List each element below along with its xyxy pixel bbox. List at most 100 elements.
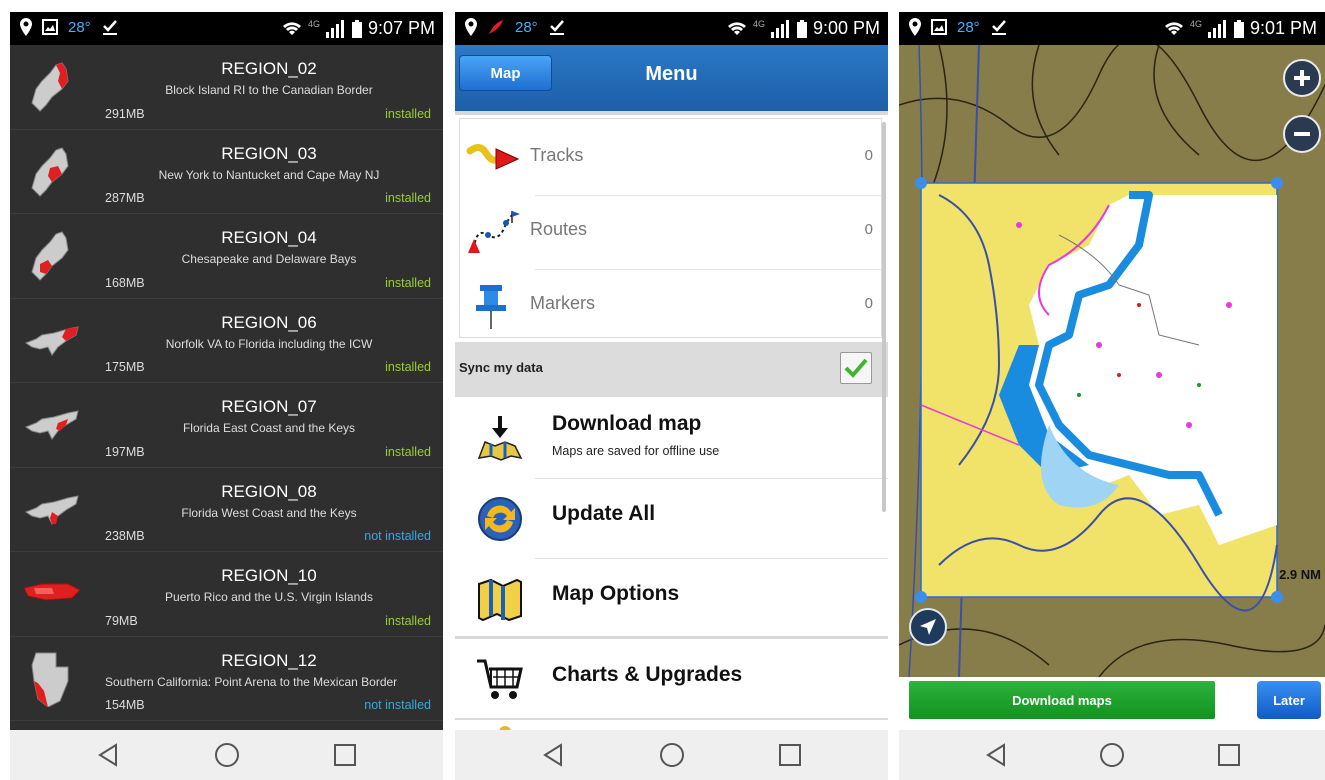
region-size: 175MB — [105, 360, 145, 374]
markers-row[interactable]: Markers 0 — [460, 269, 881, 343]
charts-upgrades-item[interactable]: Charts & Upgrades — [455, 639, 888, 719]
temperature: 28° — [515, 18, 538, 36]
network-type: 4G — [1189, 18, 1202, 29]
home-icon[interactable] — [652, 735, 692, 775]
region-map-thumbnail — [24, 410, 79, 440]
region-map-thumbnail — [23, 583, 81, 601]
download-bar: Download maps Later — [899, 677, 1325, 730]
region-description: Norfolk VA to Florida including the ICW — [165, 336, 373, 351]
region-description: Southern California: Point Arena to the … — [105, 674, 398, 689]
minus-icon — [1294, 132, 1310, 136]
menu-screen: 28° 4G 9:00 PM Map Menu Tracks 0 Routes … — [455, 12, 888, 780]
tracks-row[interactable]: Tracks 0 — [460, 121, 881, 195]
download-map-icon — [477, 416, 523, 461]
shopping-cart-icon — [477, 659, 523, 699]
sync-row[interactable]: Sync my data — [455, 342, 888, 397]
wifi-icon — [1164, 21, 1183, 35]
markers-count: 0 — [864, 295, 873, 312]
region-map-thumbnail — [31, 62, 69, 112]
image-icon — [42, 19, 58, 35]
scrollbar[interactable] — [882, 122, 886, 512]
region-map-thumbnail — [31, 231, 69, 281]
later-button[interactable]: Later — [1257, 681, 1321, 719]
region-list-screen: 28° 4G 9:07 PM REGION_02 Block Island RI… — [10, 12, 443, 780]
home-icon[interactable] — [1092, 735, 1132, 775]
download-done-icon — [991, 20, 1006, 35]
status-bar: 28° 4G 9:00 PM — [455, 12, 888, 45]
battery-icon — [796, 19, 807, 38]
routes-row[interactable]: Routes 0 — [460, 195, 881, 269]
install-status: installed — [385, 444, 431, 459]
region-description: New York to Nantucket and Cape May NJ — [158, 167, 380, 182]
menu-header: Map Menu — [455, 45, 888, 115]
region-size: 287MB — [105, 191, 145, 205]
list-item[interactable]: REGION_08 Florida West Coast and the Key… — [10, 468, 443, 552]
locate-button[interactable] — [909, 608, 947, 646]
image-icon — [931, 19, 947, 35]
feather-icon — [489, 20, 503, 34]
nautical-chart-map[interactable]: 2.9 NM — [899, 45, 1325, 677]
install-status: installed — [385, 275, 431, 290]
map-options-title: Map Options — [552, 582, 680, 605]
list-item[interactable]: REGION_02 Block Island RI to the Canadia… — [10, 45, 443, 130]
recents-icon[interactable] — [770, 735, 810, 775]
download-done-icon — [102, 20, 117, 35]
routes-count: 0 — [864, 221, 873, 238]
back-icon[interactable] — [88, 735, 128, 775]
region-map-thumbnail — [24, 494, 79, 525]
status-bar: 28° 4G 9:01 PM — [899, 12, 1325, 45]
list-item[interactable]: REGION_04 Chesapeake and Delaware Bays 1… — [10, 214, 443, 299]
home-icon[interactable] — [207, 735, 247, 775]
region-name: REGION_08 — [221, 481, 317, 501]
list-item[interactable]: REGION_10 Puerto Rico and the U.S. Virgi… — [10, 552, 443, 637]
back-icon[interactable] — [533, 735, 573, 775]
sync-checkbox[interactable] — [840, 352, 872, 384]
signal-icon — [1207, 19, 1226, 38]
download-map-item[interactable]: Download map Maps are saved for offline … — [455, 398, 888, 478]
divider — [455, 718, 888, 720]
tracks-label: Tracks — [530, 145, 584, 165]
tracks-count: 0 — [864, 147, 873, 164]
region-size: 291MB — [105, 106, 145, 121]
region-size: 168MB — [105, 275, 145, 290]
list-item[interactable]: REGION_07 Florida East Coast and the Key… — [10, 383, 443, 468]
system-navigation-bar — [899, 730, 1325, 780]
charts-upgrades-title: Charts & Upgrades — [552, 663, 743, 686]
map-options-icon — [478, 578, 522, 622]
update-all-title: Update All — [552, 502, 656, 525]
list-item[interactable]: REGION_06 Norfolk VA to Florida includin… — [10, 299, 443, 383]
region-name: REGION_06 — [221, 312, 317, 332]
wifi-icon — [727, 21, 746, 35]
region-map-thumbnail — [31, 146, 69, 197]
recents-icon[interactable] — [325, 735, 365, 775]
list-item[interactable]: REGION_12 Southern California: Point Are… — [10, 637, 443, 721]
region-list: REGION_02 Block Island RI to the Canadia… — [10, 45, 443, 721]
download-done-icon — [549, 20, 564, 35]
sync-label: Sync my data — [459, 360, 543, 375]
zoom-out-button[interactable] — [1283, 115, 1321, 153]
list-item[interactable]: REGION_03 New York to Nantucket and Cape… — [10, 130, 443, 214]
network-type: 4G — [307, 18, 320, 29]
battery-icon — [351, 19, 362, 38]
system-navigation-bar — [455, 730, 888, 780]
region-name: REGION_02 — [221, 59, 317, 78]
install-status: installed — [385, 106, 431, 121]
region-name: REGION_03 — [221, 143, 317, 163]
wifi-icon — [282, 21, 301, 35]
system-navigation-bar — [10, 730, 443, 780]
back-icon[interactable] — [976, 735, 1016, 775]
chart-canvas — [899, 45, 1325, 677]
update-all-icon — [478, 497, 522, 541]
update-all-item[interactable]: Update All — [455, 478, 888, 558]
recents-icon[interactable] — [1209, 735, 1249, 775]
download-maps-button[interactable]: Download maps — [909, 681, 1215, 719]
clock: 9:00 PM — [812, 18, 880, 38]
map-options-item[interactable]: Map Options — [455, 558, 888, 638]
region-name: REGION_12 — [221, 650, 317, 670]
region-map-thumbnail — [24, 325, 79, 356]
markers-label: Markers — [530, 293, 596, 313]
battery-icon — [1233, 19, 1244, 38]
routes-icon — [468, 211, 520, 253]
region-size: 197MB — [105, 444, 145, 459]
zoom-in-button[interactable] — [1283, 59, 1321, 97]
